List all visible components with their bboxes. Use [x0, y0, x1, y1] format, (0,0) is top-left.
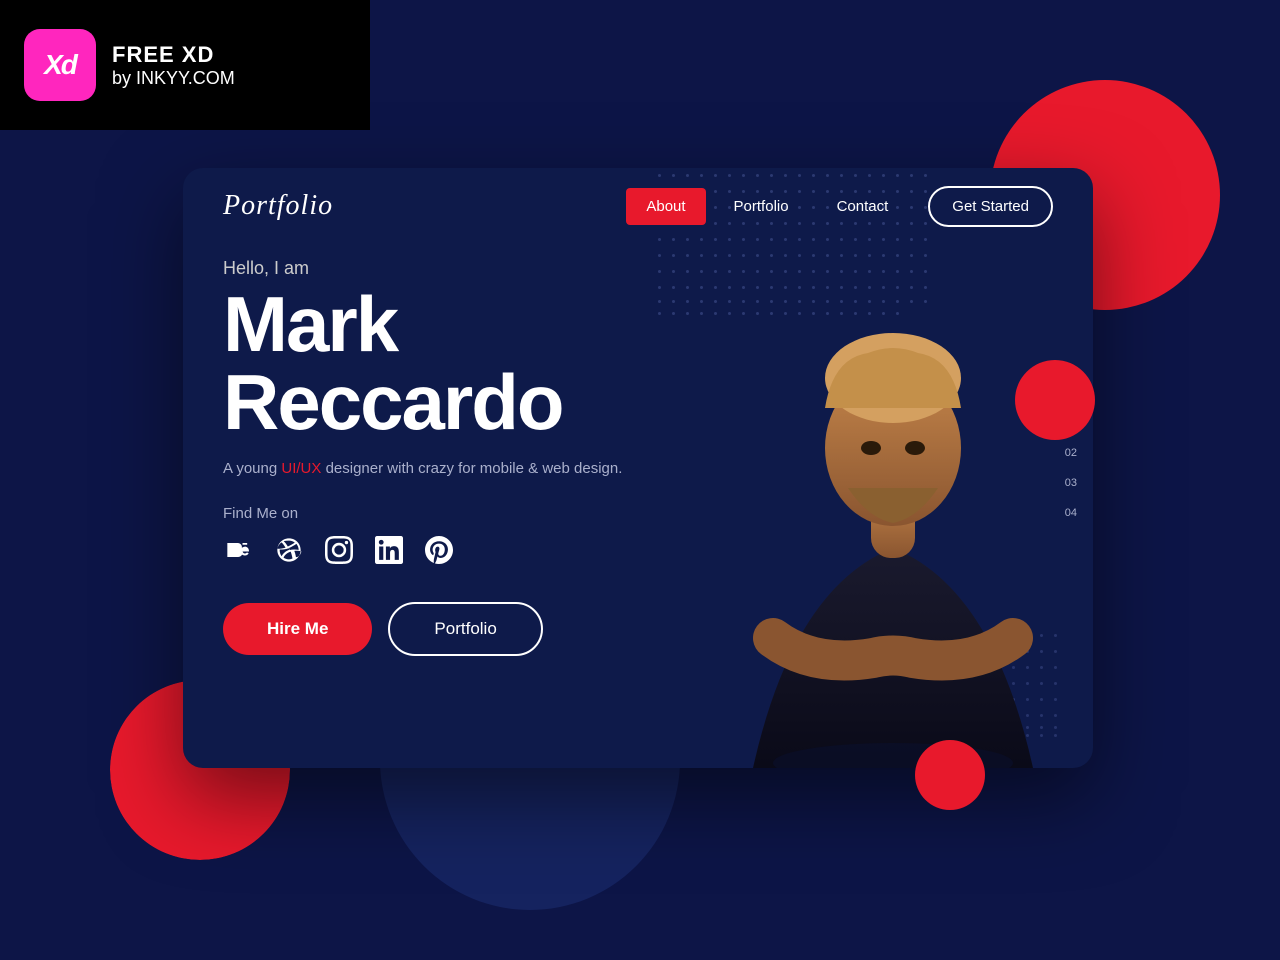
nav-links: About Portfolio Contact Get Started [626, 186, 1053, 227]
get-started-button[interactable]: Get Started [928, 186, 1053, 227]
find-me-label: Find Me on [223, 505, 622, 522]
cta-buttons: Hire Me Portfolio [223, 602, 622, 656]
nav-item-portfolio[interactable]: Portfolio [714, 188, 809, 225]
person-figure [693, 208, 1093, 768]
tagline-pre: A young [223, 460, 281, 477]
nav-logo: Portfolio [223, 190, 333, 222]
tagline-highlight: UI/UX [281, 460, 321, 477]
greeting-text: Hello, I am [223, 258, 622, 279]
pinterest-icon[interactable] [423, 534, 455, 566]
xd-badge: Xd FREE XD by INKYY.COM [0, 0, 370, 130]
xd-badge-text: FREE XD by INKYY.COM [112, 42, 235, 89]
hero-name: Mark Reccardo [223, 285, 622, 441]
portfolio-card: Portfolio About Portfolio Contact Get St… [183, 168, 1093, 768]
dribbble-icon[interactable] [273, 534, 305, 566]
hero-tagline: A young UI/UX designer with crazy for mo… [223, 457, 622, 481]
nav-item-contact[interactable]: Contact [817, 188, 909, 225]
page-num-2[interactable]: 02 [1065, 447, 1077, 459]
xd-line1: FREE XD [112, 42, 235, 68]
linkedin-icon[interactable] [373, 534, 405, 566]
xd-logo-icon: Xd [24, 29, 96, 101]
page-num-4[interactable]: 04 [1065, 507, 1077, 519]
portfolio-button[interactable]: Portfolio [388, 602, 542, 656]
instagram-icon[interactable] [323, 534, 355, 566]
hire-me-button[interactable]: Hire Me [223, 603, 372, 655]
behance-icon[interactable] [223, 534, 255, 566]
deco-circle-bottom-right [915, 740, 985, 810]
navbar: Portfolio About Portfolio Contact Get St… [183, 168, 1093, 244]
social-icons-row [223, 534, 622, 566]
deco-circle-mid-right [1015, 360, 1095, 440]
xd-line2: by INKYY.COM [112, 68, 235, 89]
hero-content: Hello, I am Mark Reccardo A young UI/UX … [223, 258, 622, 656]
name-line1: Mark [223, 285, 622, 363]
page-num-3[interactable]: 03 [1065, 477, 1077, 489]
name-line2: Reccardo [223, 363, 622, 441]
tagline-post: designer with crazy for mobile & web des… [321, 460, 622, 477]
nav-item-about[interactable]: About [626, 188, 705, 225]
